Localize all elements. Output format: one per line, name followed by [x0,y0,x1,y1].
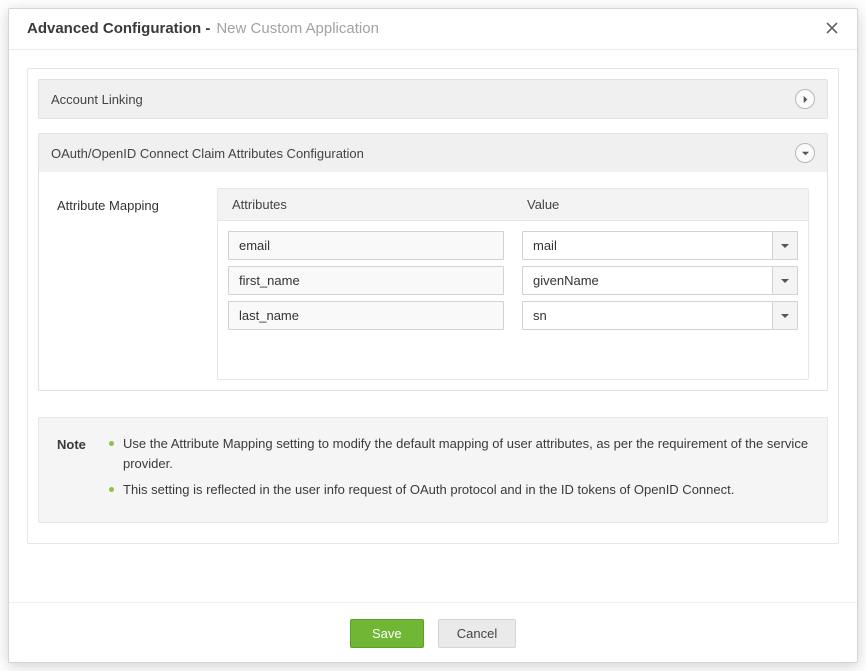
advanced-configuration-dialog: Advanced Configuration - New Custom Appl… [8,8,858,663]
value-select[interactable] [522,266,773,295]
section-account-linking-header[interactable]: Account Linking [39,80,827,118]
section-account-linking-title: Account Linking [51,92,143,107]
attribute-field[interactable] [228,231,504,260]
close-icon[interactable] [823,19,841,37]
section-account-linking: Account Linking [38,79,828,119]
section-claim-config: OAuth/OpenID Connect Claim Attributes Co… [38,133,828,391]
note-box: Note Use the Attribute Mapping setting t… [38,417,828,523]
chevron-down-icon[interactable] [773,266,798,295]
column-header-attributes: Attributes [218,189,513,220]
attribute-mapping-label: Attribute Mapping [57,188,217,213]
chevron-down-icon[interactable] [773,231,798,260]
dialog-title: Advanced Configuration - [27,20,210,37]
value-select[interactable] [522,301,773,330]
chevron-down-icon [795,143,815,163]
dialog-subtitle: New Custom Application [216,20,379,37]
note-label: Note [57,434,93,506]
cancel-button[interactable]: Cancel [438,619,516,648]
attribute-mapping-grid: Attributes Value [217,188,809,380]
column-header-value: Value [513,189,808,220]
dialog-body: Account Linking OAuth/OpenID Connect Cla… [9,50,857,602]
dialog-footer: Save Cancel [9,602,857,662]
mapping-row [228,231,798,260]
note-item: This setting is reflected in the user in… [109,480,809,500]
note-item: Use the Attribute Mapping setting to mod… [109,434,809,474]
section-claim-config-title: OAuth/OpenID Connect Claim Attributes Co… [51,146,364,161]
value-select[interactable] [522,231,773,260]
section-claim-config-header[interactable]: OAuth/OpenID Connect Claim Attributes Co… [39,134,827,172]
save-button[interactable]: Save [350,619,424,648]
mapping-row [228,301,798,330]
chevron-down-icon[interactable] [773,301,798,330]
mapping-row [228,266,798,295]
dialog-header: Advanced Configuration - New Custom Appl… [9,9,857,50]
attribute-field[interactable] [228,301,504,330]
attribute-field[interactable] [228,266,504,295]
chevron-right-icon [795,89,815,109]
